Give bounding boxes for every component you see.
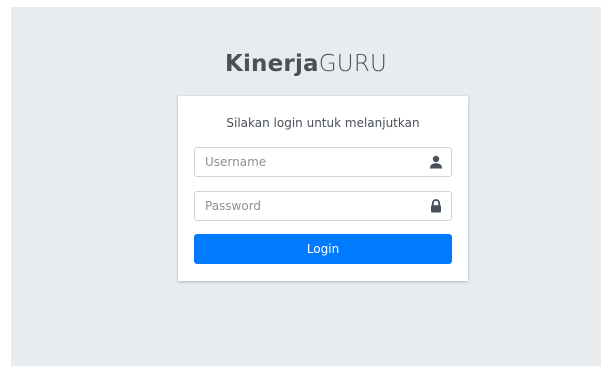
password-field bbox=[194, 191, 452, 221]
login-page: KinerjaGURU Silakan login untuk melanjut… bbox=[11, 7, 601, 366]
lock-icon bbox=[431, 199, 441, 213]
username-field bbox=[194, 147, 452, 177]
user-icon bbox=[430, 155, 442, 169]
login-card: Silakan login untuk melanjutkan Login bbox=[178, 96, 468, 281]
username-input[interactable] bbox=[195, 148, 420, 176]
login-button[interactable]: Login bbox=[194, 234, 452, 264]
logo-light-text: GURU bbox=[318, 51, 388, 77]
login-message: Silakan login untuk melanjutkan bbox=[226, 116, 420, 130]
logo-bold-text: Kinerja bbox=[224, 51, 319, 77]
app-logo[interactable]: KinerjaGURU bbox=[11, 49, 601, 79]
password-input[interactable] bbox=[195, 192, 420, 220]
